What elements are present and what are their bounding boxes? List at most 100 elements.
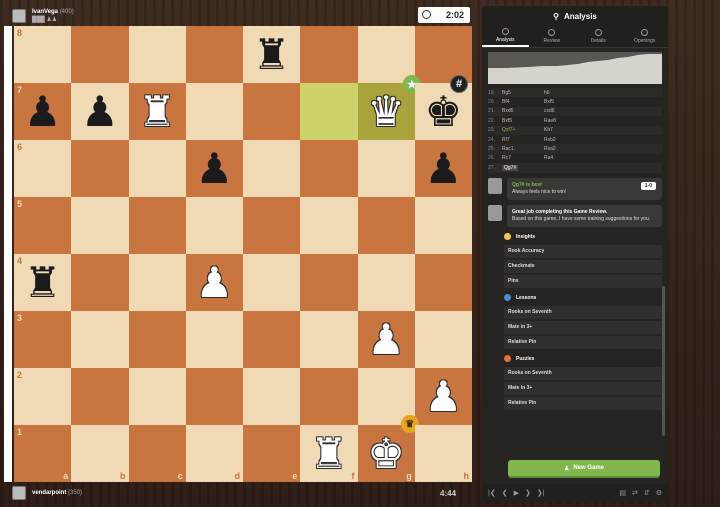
- square-e7[interactable]: [243, 83, 301, 140]
- square-b5[interactable]: [71, 197, 129, 254]
- panel-scrollbar[interactable]: [662, 286, 665, 436]
- bottom-player-name[interactable]: vendarpoint: [32, 490, 66, 496]
- black-move[interactable]: Rxa2: [544, 146, 586, 152]
- square-g1[interactable]: g ♚ ♛: [357, 415, 419, 482]
- insight-item[interactable]: Rook Accuracy: [504, 244, 662, 258]
- white-rook[interactable]: ♜: [138, 90, 176, 133]
- flip-board-icon[interactable]: ⇵: [644, 489, 650, 497]
- lesson-item[interactable]: Rooks on Seventh: [504, 305, 662, 319]
- square-b3[interactable]: [71, 311, 129, 368]
- square-d1[interactable]: d: [185, 425, 243, 482]
- square-b7[interactable]: ♟: [71, 83, 129, 140]
- black-move[interactable]: Bxf5: [544, 99, 586, 105]
- square-e5[interactable]: [243, 197, 301, 254]
- black-move[interactable]: h6: [544, 90, 586, 96]
- last-move-icon[interactable]: ❯|: [537, 489, 545, 497]
- white-move[interactable]: Qxf7+: [502, 127, 515, 133]
- square-e2[interactable]: [243, 368, 301, 425]
- white-move[interactable]: Bg5: [502, 90, 511, 96]
- square-h2[interactable]: ♟: [414, 368, 472, 425]
- top-player-name[interactable]: IvanVega: [32, 9, 58, 15]
- square-g5[interactable]: [357, 197, 415, 254]
- share-icon[interactable]: ⇄: [632, 489, 638, 497]
- bottom-player-avatar[interactable]: [12, 486, 26, 500]
- white-move[interactable]: Rf7: [502, 137, 510, 143]
- previous-move-icon[interactable]: ❮: [502, 489, 508, 497]
- black-rook[interactable]: ♜: [24, 261, 62, 304]
- square-b8[interactable]: [71, 26, 129, 83]
- square-a7[interactable]: 7 ♟: [14, 83, 72, 140]
- square-h7[interactable]: ♚ #: [414, 75, 472, 140]
- square-b2[interactable]: [71, 368, 129, 425]
- square-h1[interactable]: h: [414, 425, 472, 482]
- square-a3[interactable]: 3: [14, 311, 72, 368]
- square-d6[interactable]: ♟: [185, 140, 243, 197]
- square-e3[interactable]: [243, 311, 301, 368]
- square-h5[interactable]: [414, 197, 472, 254]
- square-e6[interactable]: [243, 140, 301, 197]
- square-c6[interactable]: [128, 140, 186, 197]
- puzzle-item[interactable]: Rooks on Seventh: [504, 366, 662, 380]
- black-pawn[interactable]: ♟: [81, 90, 119, 133]
- square-a1[interactable]: 1a: [14, 425, 72, 482]
- play-icon[interactable]: ▶: [514, 489, 519, 497]
- square-f6[interactable]: [300, 140, 358, 197]
- square-c4[interactable]: [128, 254, 186, 311]
- square-f4[interactable]: [300, 254, 358, 311]
- first-move-icon[interactable]: |❮: [488, 489, 496, 497]
- white-move[interactable]: Rc7: [502, 155, 511, 161]
- square-d5[interactable]: [185, 197, 243, 254]
- black-move[interactable]: Ra4: [544, 155, 586, 161]
- square-e8[interactable]: ♜: [243, 26, 301, 83]
- square-g3[interactable]: ♟: [357, 311, 415, 368]
- square-c8[interactable]: [128, 26, 186, 83]
- puzzle-item[interactable]: Relative Pin: [504, 396, 662, 410]
- evaluation-graph[interactable]: [488, 52, 662, 84]
- square-c3[interactable]: [128, 311, 186, 368]
- square-g7[interactable]: ♛ ★: [357, 75, 421, 140]
- tab-review[interactable]: Review: [529, 26, 576, 47]
- square-a5[interactable]: 5: [14, 197, 72, 254]
- new-game-button[interactable]: ♟ New Game: [508, 460, 660, 476]
- insight-item[interactable]: Pins: [504, 274, 662, 288]
- square-g8[interactable]: [357, 26, 415, 83]
- black-king[interactable]: ♚: [425, 90, 463, 133]
- chess-board[interactable]: 8 ♜ 7 ♟ ♟ ♜ ♛ ★ ♚ #6 ♟ ♟ 5 4 ♜ ♟ 3 ♟ 2 ♟ 1 a b c d e f ♜ g ♚ ♛ h: [14, 26, 472, 482]
- square-e1[interactable]: e: [243, 425, 301, 482]
- tab-details[interactable]: Details: [575, 26, 622, 47]
- square-a2[interactable]: 2: [14, 368, 72, 425]
- square-a4[interactable]: 4 ♜: [14, 254, 72, 311]
- square-c5[interactable]: [128, 197, 186, 254]
- white-queen[interactable]: ♛: [367, 90, 405, 133]
- square-f8[interactable]: [300, 26, 358, 83]
- square-b6[interactable]: [71, 140, 129, 197]
- square-d7[interactable]: [185, 83, 243, 140]
- square-h4[interactable]: [414, 254, 472, 311]
- square-b4[interactable]: [71, 254, 129, 311]
- white-move[interactable]: Qg7#: [502, 164, 519, 171]
- square-d2[interactable]: [185, 368, 243, 425]
- white-pawn[interactable]: ♟: [196, 261, 234, 304]
- white-move[interactable]: Bf4: [502, 99, 510, 105]
- square-h8[interactable]: [414, 26, 472, 83]
- black-move[interactable]: cxd6: [544, 108, 586, 114]
- square-d4[interactable]: ♟: [185, 254, 243, 311]
- white-pawn[interactable]: ♟: [425, 375, 463, 418]
- black-pawn[interactable]: ♟: [24, 90, 62, 133]
- square-f3[interactable]: [300, 311, 358, 368]
- square-h3[interactable]: [414, 311, 472, 368]
- white-move[interactable]: Bxd6: [502, 108, 513, 114]
- tab-analysis[interactable]: Analysis: [482, 26, 529, 47]
- square-f5[interactable]: [300, 197, 358, 254]
- black-move[interactable]: Kh7: [544, 127, 586, 133]
- square-a6[interactable]: 6: [14, 140, 72, 197]
- top-player-avatar[interactable]: [12, 9, 26, 23]
- square-d8[interactable]: [185, 26, 243, 83]
- square-g6[interactable]: [357, 140, 415, 197]
- black-pawn[interactable]: ♟: [425, 147, 463, 190]
- tab-openings[interactable]: Openings: [622, 26, 669, 47]
- square-f2[interactable]: [300, 368, 358, 425]
- square-a8[interactable]: 8: [14, 26, 72, 83]
- black-pawn[interactable]: ♟: [196, 147, 234, 190]
- white-king[interactable]: ♚: [367, 432, 405, 475]
